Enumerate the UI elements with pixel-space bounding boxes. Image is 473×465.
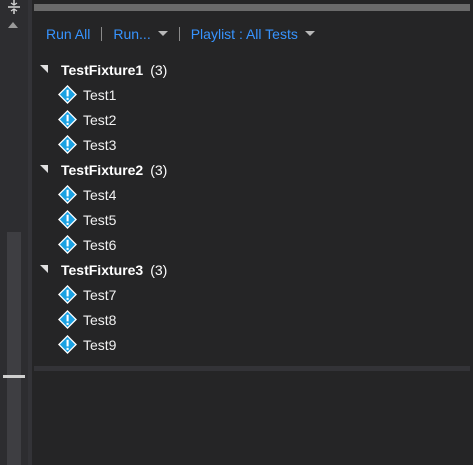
scrollbar-thumb[interactable]	[3, 375, 25, 378]
test-row[interactable]: Test5	[32, 207, 473, 232]
fixture-name: TestFixture2	[61, 161, 144, 178]
run-dropdown-button[interactable]: Run...	[113, 26, 168, 42]
playlist-dropdown-button[interactable]: Playlist : All Tests	[191, 26, 315, 42]
run-all-button[interactable]: Run All	[46, 26, 90, 42]
vertical-scrollbar-track[interactable]	[7, 232, 21, 465]
test-row[interactable]: Test1	[32, 82, 473, 107]
test-name: Test3	[83, 136, 117, 153]
test-name: Test4	[83, 186, 117, 203]
test-row[interactable]: Test8	[32, 307, 473, 332]
toolbar-separator	[101, 27, 103, 41]
fixture-name: TestFixture1	[61, 61, 144, 78]
test-name: Test9	[83, 336, 117, 353]
test-explorer-panel: Run All Run... Playlist : All Tests Test…	[32, 0, 473, 465]
toolbar-separator	[178, 27, 180, 41]
test-name: Test2	[83, 111, 117, 128]
expanded-triangle-icon[interactable]	[40, 264, 48, 273]
run-dropdown-label: Run...	[113, 26, 151, 42]
warning-not-run-icon	[58, 210, 77, 229]
test-row[interactable]: Test3	[32, 132, 473, 157]
test-row[interactable]: Test4	[32, 182, 473, 207]
fixture-row[interactable]: TestFixture1 (3)	[32, 57, 473, 82]
warning-not-run-icon	[58, 185, 77, 204]
warning-not-run-icon	[58, 235, 77, 254]
chevron-down-icon	[304, 30, 315, 36]
expanded-triangle-icon[interactable]	[40, 64, 48, 73]
test-row[interactable]: Test7	[32, 282, 473, 307]
playlist-label: Playlist : All Tests	[190, 26, 298, 42]
test-name: Test6	[83, 236, 117, 253]
warning-not-run-icon	[58, 110, 77, 129]
fixture-count: (3)	[150, 161, 168, 178]
fixture-name: TestFixture3	[61, 261, 144, 278]
test-row[interactable]: Test9	[32, 332, 473, 357]
test-explorer-window: Run All Run... Playlist : All Tests Test…	[0, 0, 473, 465]
warning-not-run-icon	[58, 285, 77, 304]
test-row[interactable]: Test6	[32, 232, 473, 257]
split-handle-icon[interactable]	[5, 0, 23, 14]
test-name: Test7	[83, 286, 117, 303]
test-name: Test8	[83, 311, 117, 328]
left-gutter	[0, 0, 28, 465]
panel-header-bar	[34, 4, 470, 11]
warning-not-run-icon	[58, 135, 77, 154]
warning-not-run-icon	[58, 85, 77, 104]
chevron-down-icon	[157, 30, 168, 36]
expanded-triangle-icon[interactable]	[40, 164, 48, 173]
test-name: Test1	[83, 86, 117, 103]
details-splitter[interactable]	[34, 366, 470, 371]
test-tree: TestFixture1 (3) Test1 Test2 Test3 TestF…	[32, 57, 473, 357]
fixture-row[interactable]: TestFixture2 (3)	[32, 157, 473, 182]
fixture-count: (3)	[150, 261, 168, 278]
warning-not-run-icon	[58, 335, 77, 354]
test-name: Test5	[83, 211, 117, 228]
scroll-up-arrow-icon[interactable]	[8, 22, 18, 28]
fixture-row[interactable]: TestFixture3 (3)	[32, 257, 473, 282]
test-toolbar: Run All Run... Playlist : All Tests	[32, 22, 473, 46]
fixture-count: (3)	[150, 61, 168, 78]
warning-not-run-icon	[58, 310, 77, 329]
test-row[interactable]: Test2	[32, 107, 473, 132]
